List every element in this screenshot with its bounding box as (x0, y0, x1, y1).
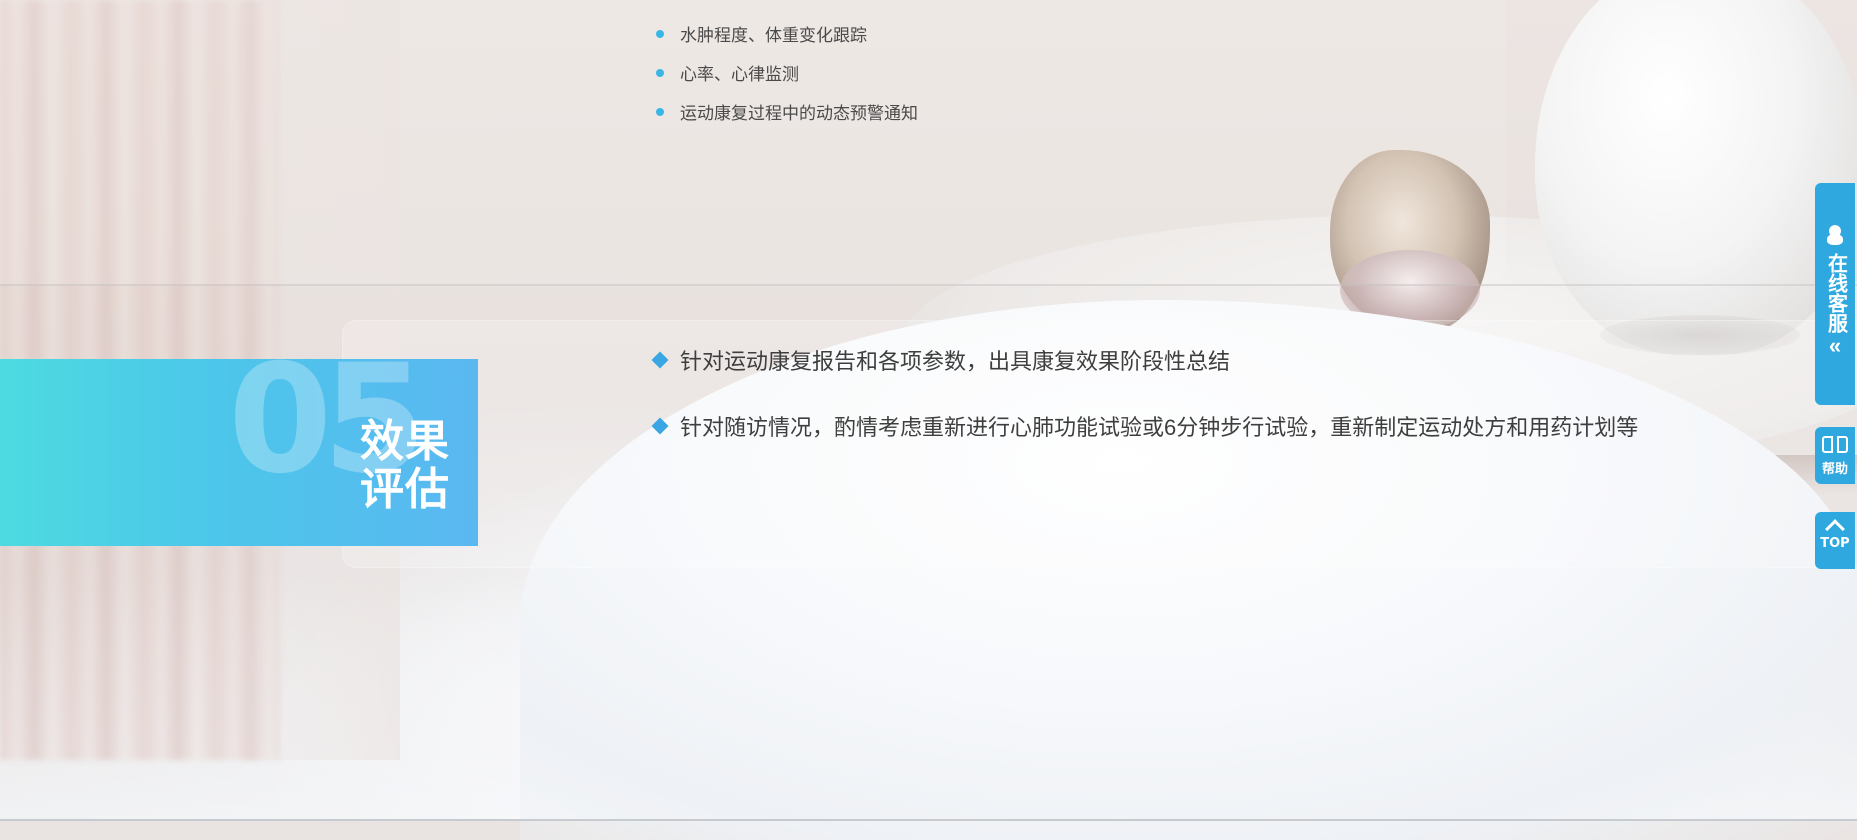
help-label: 帮助 (1821, 461, 1848, 476)
list-item: 运动康复过程中的动态预警通知 (656, 92, 918, 131)
back-to-top-button[interactable]: TOP (1815, 512, 1855, 569)
list-item: 心率、心律监测 (656, 53, 918, 92)
customer-service-label: 在线客服 (1824, 253, 1847, 333)
list-item-text: 水肿程度、体重变化跟踪 (680, 26, 867, 45)
qq-icon (1826, 225, 1844, 245)
previous-section-bullet-list: 水肿程度、体重变化跟踪 心率、心律监测 运动康复过程中的动态预警通知 (656, 14, 918, 131)
diamond-bullet-icon (651, 351, 669, 368)
list-item-text: 针对运动康复报告和各项参数，出具康复效果阶段性总结 (680, 348, 1231, 374)
section-point-list: 针对运动康复报告和各项参数，出具康复效果阶段性总结 针对随访情况，酌情考虑重新进… (650, 343, 1638, 475)
list-item-text: 运动康复过程中的动态预警通知 (680, 104, 918, 123)
bullet-dot-icon (656, 68, 664, 77)
section-title: 效果 评估 (360, 418, 460, 514)
section-title-line1: 效果 (360, 416, 450, 467)
list-item: 水肿程度、体重变化跟踪 (656, 14, 918, 53)
bullet-dot-icon (656, 107, 664, 116)
bullet-dot-icon (656, 29, 664, 38)
double-chevron-left-icon: « (1828, 333, 1842, 358)
diamond-bullet-icon (651, 417, 669, 434)
list-item: 针对随访情况，酌情考虑重新进行心肺功能试验或6分钟步行试验，重新制定运动处方和用… (650, 409, 1638, 442)
help-button[interactable]: 帮助 (1815, 427, 1855, 484)
section-title-line2: 评估 (360, 464, 450, 515)
list-item: 针对运动康复报告和各项参数，出具康复效果阶段性总结 (650, 343, 1638, 376)
book-icon (1822, 436, 1848, 456)
list-item-text: 心率、心律监测 (680, 65, 799, 84)
online-customer-service-button[interactable]: 在线客服 « (1815, 183, 1855, 405)
section-divider (0, 284, 1857, 286)
background-vase (1535, 0, 1857, 355)
list-item-text: 针对随访情况，酌情考虑重新进行心肺功能试验或6分钟步行试验，重新制定运动处方和用… (680, 414, 1639, 440)
